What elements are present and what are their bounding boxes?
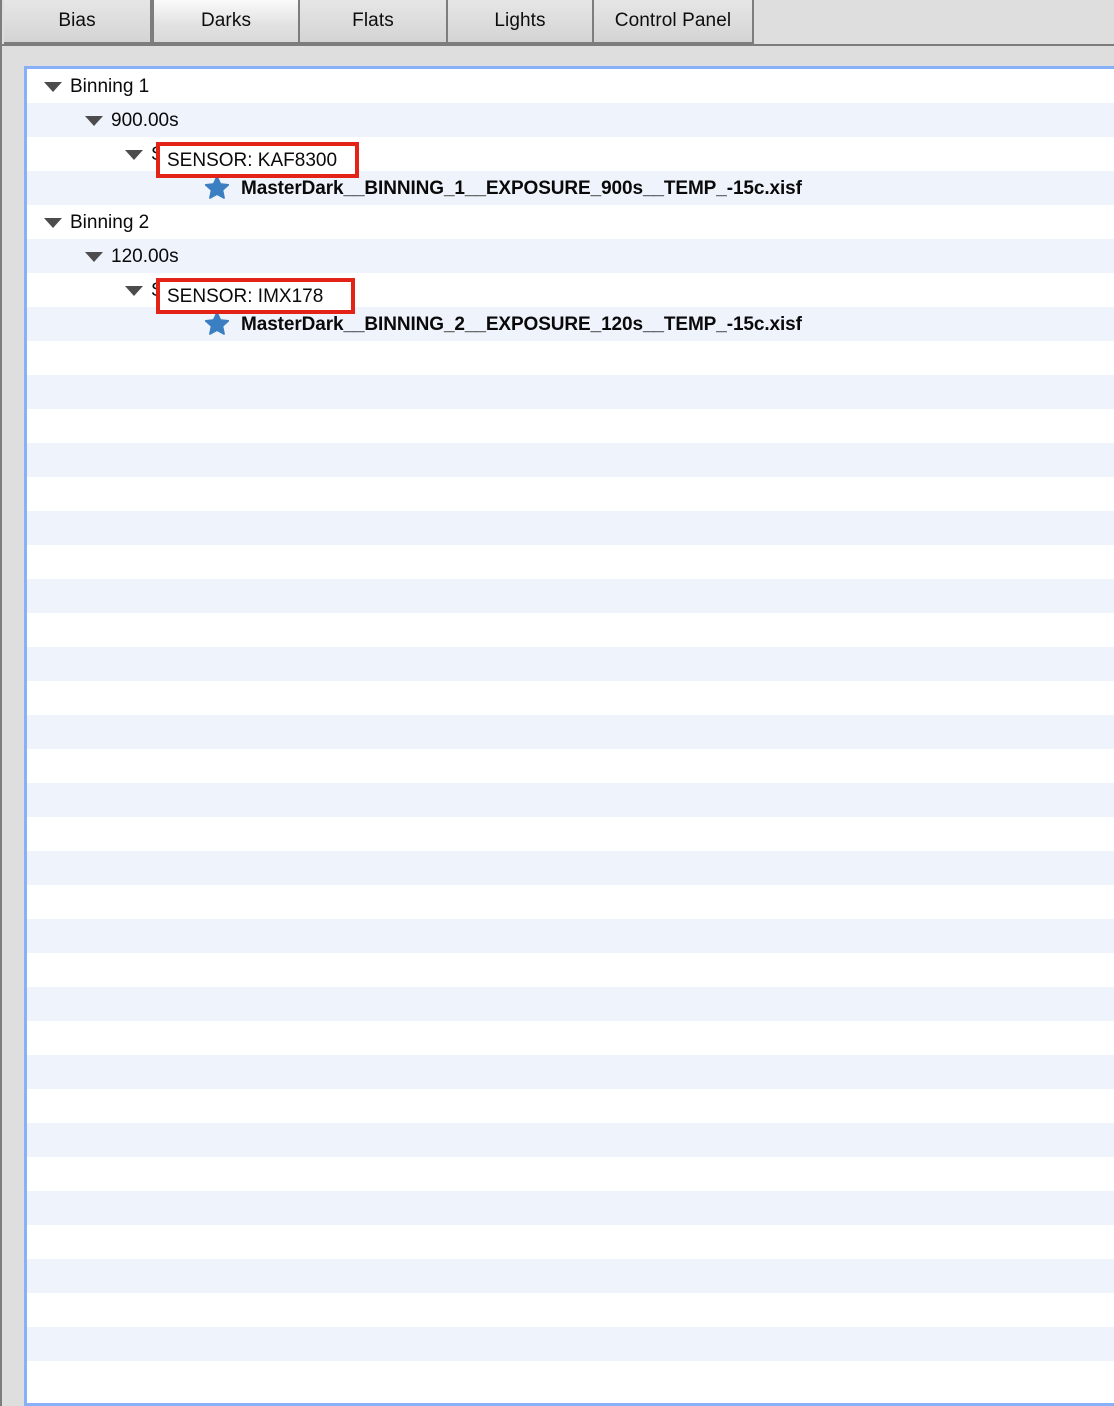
tree-file-label: MasterDark__BINNING_2__EXPOSURE_120s__TE… [241, 313, 802, 335]
tree-empty-row [27, 1123, 1114, 1157]
tree-empty-row [27, 579, 1114, 613]
tab-bar: Bias Darks Flats Lights Control Panel [2, 0, 1114, 46]
tab-flats[interactable]: Flats [300, 0, 448, 44]
tree-empty-row [27, 477, 1114, 511]
tree-empty-row [27, 1191, 1114, 1225]
tab-list: Bias Darks Flats Lights Control Panel [4, 0, 754, 46]
tree-row[interactable]: Binning 2 [27, 205, 1114, 239]
chevron-down-icon[interactable] [44, 217, 62, 228]
tree-empty-row [27, 1225, 1114, 1259]
tree-empty-row [27, 1259, 1114, 1293]
chevron-down-icon[interactable] [125, 285, 143, 296]
tree-empty-row [27, 647, 1114, 681]
tree-empty-row [27, 1361, 1114, 1395]
tree-empty-row [27, 1089, 1114, 1123]
tree-empty-row [27, 1157, 1114, 1191]
tree-empty-row [27, 1021, 1114, 1055]
calibration-tree[interactable]: Binning 1 900.00s SENSOR: KAF8300 MasterDar… [27, 69, 1114, 1403]
tree-node-label: SENSOR: KAF8300 [151, 143, 322, 165]
tab-label: Control Panel [614, 10, 732, 31]
tab-lights[interactable]: Lights [448, 0, 594, 44]
chevron-down-icon[interactable] [85, 251, 103, 262]
tree-empty-row [27, 987, 1114, 1021]
tree-empty-row [27, 715, 1114, 749]
tree-empty-row [27, 1055, 1114, 1089]
tree-node-label: 120.00s [111, 245, 179, 267]
tree-node-label: Binning 2 [70, 211, 150, 233]
tab-bias[interactable]: Bias [4, 0, 152, 44]
tree-row[interactable]: SENSOR: KAF8300 [27, 137, 1114, 171]
tree-row[interactable]: SENSOR: IMX178 [27, 273, 1114, 307]
tree-empty-row [27, 783, 1114, 817]
tree-empty-row [27, 749, 1114, 783]
application-window: Bias Darks Flats Lights Control Panel Binnin… [0, 0, 1114, 1406]
tree-empty-row [27, 545, 1114, 579]
tab-label: Lights [494, 10, 546, 31]
tree-empty-row [27, 375, 1114, 409]
tree-row[interactable]: MasterDark__BINNING_2__EXPOSURE_120s__TE… [27, 307, 1114, 341]
tree-node-label: 900.00s [111, 109, 179, 131]
tree-empty-row [27, 341, 1114, 375]
calibration-tree-panel[interactable]: Binning 1 900.00s SENSOR: KAF8300 MasterDar… [24, 66, 1114, 1406]
tree-empty-row [27, 919, 1114, 953]
tree-empty-row [27, 511, 1114, 545]
tree-empty-row [27, 409, 1114, 443]
tree-file-label: MasterDark__BINNING_1__EXPOSURE_900s__TE… [241, 177, 802, 199]
tree-row[interactable]: MasterDark__BINNING_1__EXPOSURE_900s__TE… [27, 171, 1114, 205]
tab-label: Darks [200, 10, 252, 31]
tab-control-panel[interactable]: Control Panel [594, 0, 754, 44]
tree-empty-row [27, 885, 1114, 919]
tree-row[interactable]: 120.00s [27, 239, 1114, 273]
tree-empty-row [27, 681, 1114, 715]
tree-empty-row [27, 953, 1114, 987]
tree-empty-row [27, 613, 1114, 647]
tab-label: Flats [352, 10, 394, 31]
tree-node-label: SENSOR: IMX178 [151, 279, 308, 301]
tab-label: Bias [58, 10, 96, 31]
chevron-down-icon[interactable] [125, 149, 143, 160]
tab-bar-separator [2, 44, 1114, 46]
tree-empty-row [27, 443, 1114, 477]
chevron-down-icon[interactable] [85, 115, 103, 126]
tab-darks[interactable]: Darks [152, 0, 300, 44]
tree-empty-row [27, 851, 1114, 885]
tree-node-label: Binning 1 [70, 75, 150, 97]
tree-row[interactable]: Binning 1 [27, 69, 1114, 103]
tree-empty-row [27, 817, 1114, 851]
tree-empty-row [27, 1293, 1114, 1327]
tree-empty-row [27, 1327, 1114, 1361]
tree-row[interactable]: 900.00s [27, 103, 1114, 137]
chevron-down-icon[interactable] [44, 81, 62, 92]
star-icon [204, 311, 230, 335]
star-icon [204, 175, 230, 199]
